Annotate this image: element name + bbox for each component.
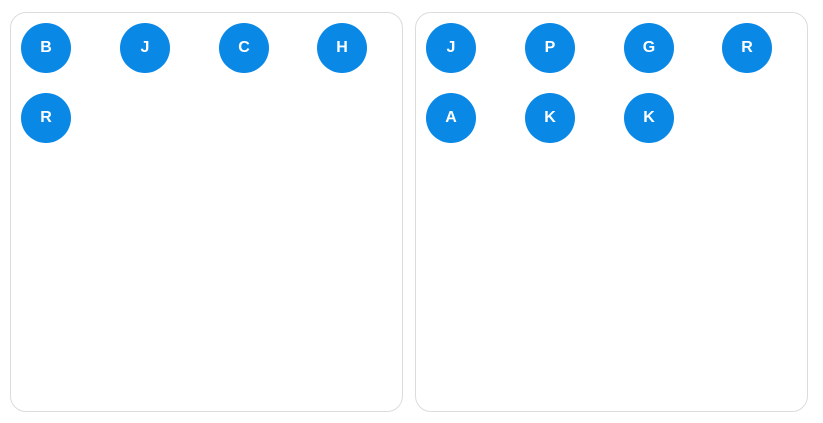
avatar-panel-right: J P G R A K K [415, 12, 808, 412]
avatar[interactable]: K [624, 93, 674, 143]
avatar[interactable]: A [426, 93, 476, 143]
avatar[interactable]: B [21, 23, 71, 73]
avatar[interactable]: C [219, 23, 269, 73]
avatar[interactable]: J [426, 23, 476, 73]
avatar[interactable]: R [21, 93, 71, 143]
avatar[interactable]: J [120, 23, 170, 73]
avatar[interactable]: K [525, 93, 575, 143]
avatar-panel-left: B J C H R [10, 12, 403, 412]
avatar[interactable]: G [624, 23, 674, 73]
avatar[interactable]: R [722, 23, 772, 73]
avatar[interactable]: H [317, 23, 367, 73]
avatar[interactable]: P [525, 23, 575, 73]
